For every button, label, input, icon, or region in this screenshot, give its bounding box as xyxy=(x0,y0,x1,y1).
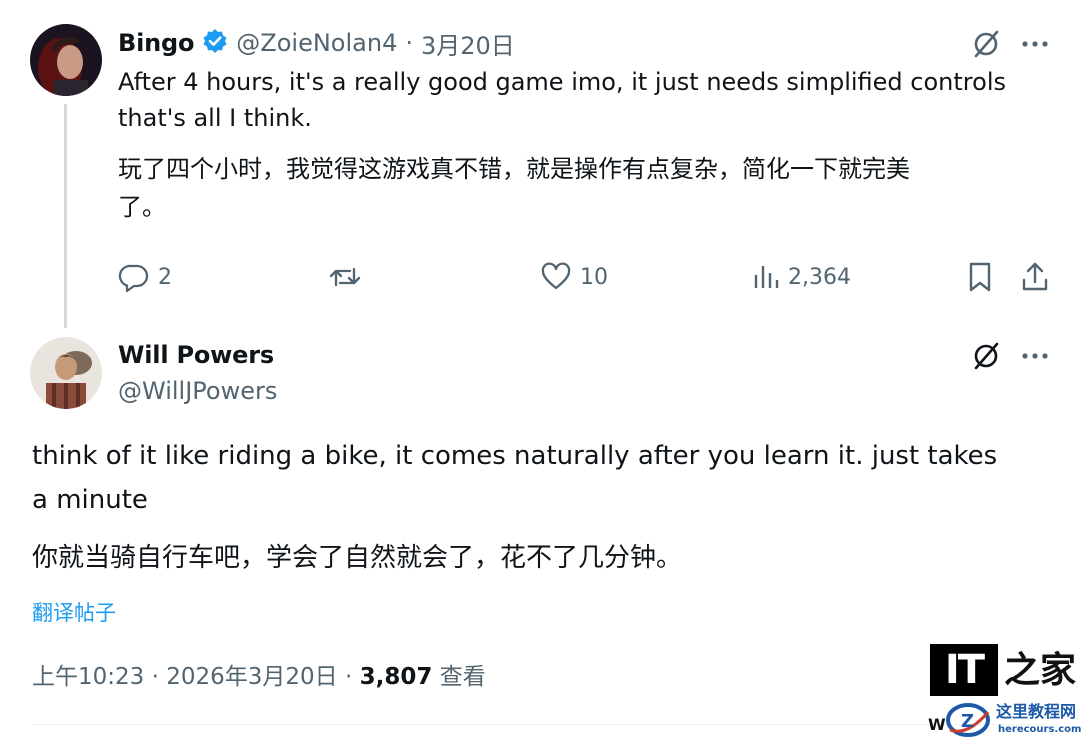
post-time[interactable]: 上午10:23 xyxy=(32,664,144,690)
separator-dot: · xyxy=(344,664,353,690)
avatar[interactable] xyxy=(30,24,102,96)
post-text-line: think of it like riding a bike, it comes… xyxy=(32,441,998,471)
reply-text-chinese: 玩了四个小时，我觉得这游戏真不错，就是操作有点复杂，简化一下就完美 了。 xyxy=(118,150,1058,226)
repost-icon xyxy=(329,267,361,287)
post-text-chinese: 你就当骑自行车吧，学会了自然就会了，花不了几分钟。 xyxy=(32,543,683,573)
reply-text-line: 了。 xyxy=(118,193,166,221)
share-icon[interactable] xyxy=(1020,260,1050,298)
like-button[interactable]: 10 xyxy=(540,260,608,294)
post-metadata: 上午10:23 · 2026年3月20日 · 3,807 查看 xyxy=(32,660,486,694)
bingo-avatar-image xyxy=(30,24,102,96)
repost-button[interactable] xyxy=(328,260,362,294)
watermark-site-name: 这里教程网 xyxy=(996,702,1077,721)
watermark-it-text: IT xyxy=(930,644,998,696)
reply-text-line: After 4 hours, it's a really good game i… xyxy=(118,68,1006,96)
reply-count: 2 xyxy=(158,264,172,290)
author-handle[interactable]: @WillJPowers xyxy=(118,374,277,408)
view-count: 2,364 xyxy=(788,264,851,290)
views-button[interactable]: 2,364 xyxy=(752,260,851,294)
divider xyxy=(32,724,1058,725)
bar-chart-icon xyxy=(754,266,779,288)
heart-icon xyxy=(541,262,571,290)
reply-text-english: After 4 hours, it's a really good game i… xyxy=(118,64,1058,136)
watermark-site-url: herecours.com xyxy=(998,724,1082,735)
author-handle[interactable]: @ZoieNolan4 xyxy=(236,29,397,57)
post-date[interactable]: 2026年3月20日 xyxy=(166,664,337,690)
reply-button[interactable]: 2 xyxy=(118,260,172,294)
post-text-line: a minute xyxy=(32,485,148,515)
like-count: 10 xyxy=(580,264,608,290)
bookmark-icon[interactable] xyxy=(966,260,994,298)
will-powers-avatar-image xyxy=(30,337,102,409)
views-count: 3,807 xyxy=(359,664,433,690)
watermark-zh-text: 之家 xyxy=(1004,649,1077,691)
post-date[interactable]: 3月20日 xyxy=(421,26,515,61)
svg-text:W: W xyxy=(928,715,946,734)
translate-post-link[interactable]: 翻译帖子 xyxy=(32,598,116,628)
reply-text-line: 玩了四个小时，我觉得这游戏真不错，就是操作有点复杂，简化一下就完美 xyxy=(118,155,910,183)
views-label: 查看 xyxy=(439,664,486,690)
grok-icon[interactable] xyxy=(970,28,1002,64)
author-name[interactable]: Will Powers xyxy=(118,339,274,371)
watermark-globe-logo: W Z xyxy=(928,700,992,744)
more-options-icon[interactable] xyxy=(1020,342,1050,374)
avatar[interactable] xyxy=(30,337,102,409)
author-name[interactable]: Bingo xyxy=(118,29,194,57)
post-text-english: think of it like riding a bike, it comes… xyxy=(32,434,1058,522)
grok-icon[interactable] xyxy=(970,340,1002,376)
verified-badge-icon xyxy=(202,28,228,58)
reply-header: Bingo @ZoieNolan4 · 3月20日 xyxy=(118,26,515,60)
separator-dot: · xyxy=(405,29,413,57)
thread-connector-line xyxy=(64,104,67,328)
reply-bubble-icon xyxy=(118,264,149,293)
separator-dot: · xyxy=(151,664,159,690)
reply-text-line: that's all I think. xyxy=(118,104,312,132)
watermark: IT 之家 W Z 这里教程网 herecours.com xyxy=(928,644,1082,740)
svg-text:Z: Z xyxy=(961,711,974,732)
more-options-icon[interactable] xyxy=(1020,30,1050,62)
